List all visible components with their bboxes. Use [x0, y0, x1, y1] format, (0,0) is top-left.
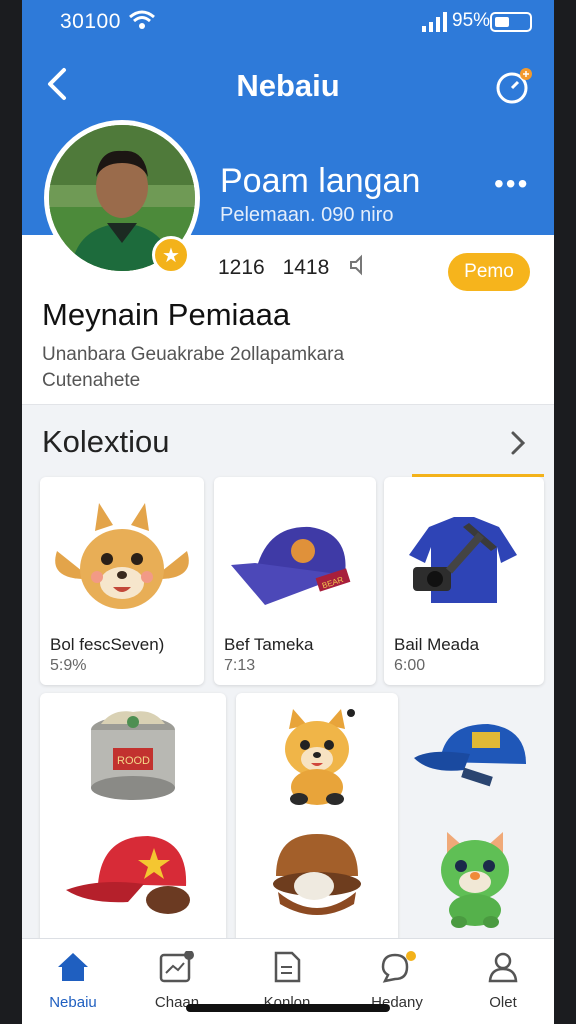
profile-stats: 1216 1418 [218, 254, 381, 282]
red-cap-icon [40, 821, 226, 931]
chevron-right-icon[interactable] [506, 428, 530, 458]
puppy-figure-icon [236, 701, 398, 813]
signal-icon [422, 12, 448, 38]
nav-label: Olet [489, 994, 517, 1011]
nav-item-document[interactable]: Konlon [242, 951, 332, 1011]
nav-item-profile[interactable]: Olet [458, 951, 548, 1011]
app-screen: 30100 95% Nebaiu Poam langan Pelemaan. 0… [22, 0, 554, 1024]
profile-name: Poam langan [220, 162, 421, 200]
collection-card[interactable]: ROOD [40, 693, 226, 947]
item-name: Bef Tameka [224, 635, 314, 654]
username: Meynain Pemiaaa [42, 297, 291, 332]
blue-cap-icon [406, 701, 544, 813]
svg-text:ROOD: ROOD [117, 755, 150, 767]
item-name: Bail Meada [394, 635, 480, 654]
item-name: Bol fescSeven) [50, 635, 165, 654]
stat-2: 1418 [282, 255, 330, 279]
person-icon [488, 952, 518, 983]
chart-card-icon [159, 950, 194, 983]
collection-card[interactable] [406, 693, 544, 947]
collection-card[interactable]: Bol fescSeven) 5:9% [40, 477, 204, 685]
item-price: 7:13 [224, 657, 256, 674]
timer-button[interactable] [494, 66, 534, 106]
battery-icon [490, 12, 532, 32]
collection-title: Kolextiou [42, 424, 170, 459]
battery-percent: 95% [452, 10, 491, 31]
status-bar: 30100 95% [22, 0, 554, 44]
nav-label: Nebaiu [49, 994, 97, 1011]
collection-card[interactable]: Bail Meada 6:00 [384, 474, 544, 685]
collection-card[interactable]: BEAR Bef Tameka 7:13 [214, 477, 376, 685]
item-price: 6:00 [394, 657, 426, 674]
verified-star-icon: ★ [152, 236, 190, 274]
status-time: 30100 [60, 10, 121, 33]
collection-card[interactable] [236, 693, 398, 947]
device-bezel-right [554, 0, 576, 1024]
timer-icon [496, 68, 532, 104]
profile-description: Unanbara Geuakrabe 2ollapamkara Cutenahe… [42, 344, 345, 391]
nav-item-chat[interactable]: Hedany [352, 951, 442, 1011]
more-options-icon[interactable]: ••• [494, 168, 529, 200]
nav-item-chart[interactable]: Chaan [132, 950, 222, 1011]
device-bezel-left [0, 0, 22, 1024]
sound-icon[interactable] [347, 254, 369, 282]
wifi-icon [128, 9, 156, 37]
nav-item-home[interactable]: Nebaiu [28, 951, 118, 1011]
profile-subtitle: Pelemaan. 090 niro [220, 204, 394, 226]
green-cat-icon [406, 825, 544, 935]
document-icon [274, 951, 301, 983]
fox-plush-icon [40, 491, 204, 631]
stat-1: 1216 [218, 255, 265, 279]
burger-icon [236, 823, 398, 933]
follow-button[interactable]: Pemo [448, 253, 530, 291]
home-icon [58, 953, 88, 981]
highlight-edge [412, 474, 544, 477]
tin-can-icon: ROOD [40, 701, 226, 811]
page-title: Nebaiu [236, 68, 340, 103]
purple-cap-icon: BEAR [214, 495, 376, 625]
home-indicator [186, 1004, 390, 1012]
blue-shirt-camera-icon [384, 495, 544, 625]
item-price: 5:9% [50, 657, 87, 674]
chat-bubble-icon [381, 951, 416, 983]
